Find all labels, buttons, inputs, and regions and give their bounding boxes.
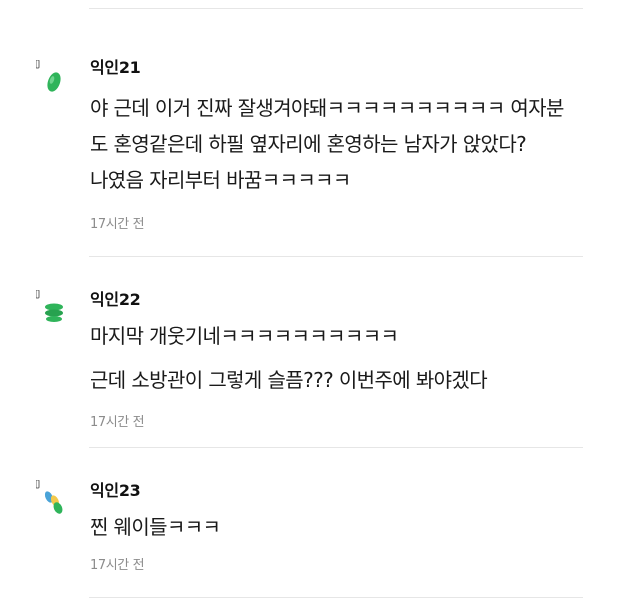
avatar[interactable] xyxy=(35,479,72,520)
green-blob-icon xyxy=(35,59,61,92)
comment-author[interactable]: 익인22 xyxy=(90,290,590,310)
comment-divider xyxy=(89,597,583,598)
comment-time: 17시간 전 xyxy=(90,558,145,573)
comment-text-line: 마지막 개웃기네ㅋㅋㅋㅋㅋㅋㅋㅋㅋㅋ xyxy=(90,324,399,348)
comment-divider xyxy=(89,447,583,448)
comment-author[interactable]: 익인23 xyxy=(90,481,590,501)
avatar[interactable] xyxy=(35,289,72,330)
comment-text-line: 근데 소방관이 그렇게 슬픔??? 이번주에 봐야겠다 xyxy=(90,368,488,392)
comment-divider xyxy=(89,256,583,257)
top-divider xyxy=(89,8,583,9)
comment-text-line: 도 혼영같은데 하필 옆자리에 혼영하는 남자가 앉았다? xyxy=(90,132,527,156)
blue-green-drops-icon xyxy=(35,479,63,514)
comment-text-line: 나였음 자리부터 바꿈ㅋㅋㅋㅋㅋ xyxy=(90,168,351,192)
comment-time: 17시간 전 xyxy=(90,415,145,430)
green-stack-icon xyxy=(35,289,63,322)
comment-time: 17시간 전 xyxy=(90,217,145,232)
comment-text-line: 찐 웨이들ㅋㅋㅋ xyxy=(90,515,221,539)
comment-text-line: 야 근데 이거 진짜 잘생겨야돼ㅋㅋㅋㅋㅋㅋㅋㅋㅋㅋ 여자분 xyxy=(90,96,564,120)
avatar[interactable] xyxy=(35,59,72,100)
comment-author[interactable]: 익인21 xyxy=(90,58,590,78)
